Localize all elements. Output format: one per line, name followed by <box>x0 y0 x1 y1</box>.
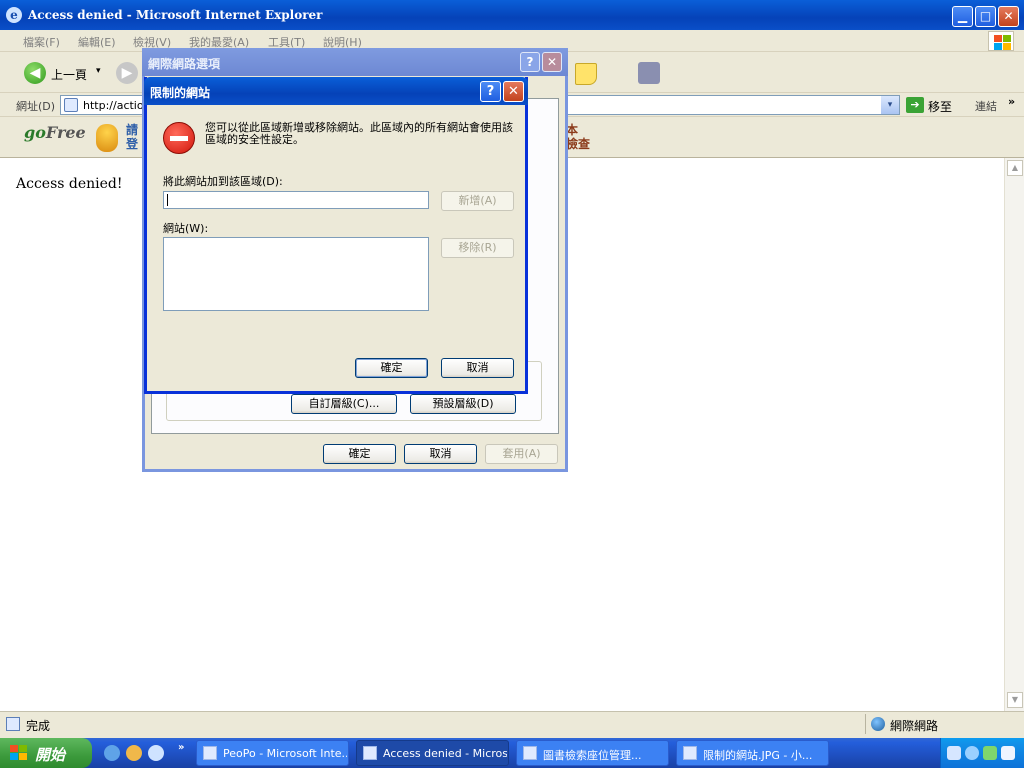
address-dropdown-icon[interactable]: ▾ <box>881 96 899 114</box>
security-zone-label: 網際網路 <box>890 719 939 733</box>
login-line1: 請 <box>126 123 139 137</box>
windows-logo-icon <box>988 31 1014 51</box>
ie-task-icon <box>363 746 377 760</box>
system-tray <box>940 738 1024 768</box>
internet-zone-icon <box>871 717 885 731</box>
vertical-scrollbar[interactable]: ▲ ▼ <box>1004 158 1024 711</box>
add-site-label: 將此網站加到該區域(D): <box>163 175 283 188</box>
note-icon[interactable] <box>575 63 597 85</box>
task-paint[interactable]: 限制的網站.JPG - 小... <box>676 740 829 766</box>
book-check-link[interactable]: 本檢查 <box>566 123 590 151</box>
start-label: 開始 <box>35 746 66 764</box>
add-site-input[interactable] <box>163 191 429 209</box>
gofree-logo[interactable]: goFree <box>24 123 86 153</box>
address-label: 網址(D) <box>16 100 56 113</box>
keyboard-icon[interactable] <box>947 746 961 760</box>
help-button[interactable]: ? <box>480 81 501 102</box>
remove-site-button[interactable]: 移除(R) <box>441 238 514 258</box>
maximize-button[interactable]: □ <box>975 6 996 27</box>
taskbar: 開始 » PeoPo - Microsoft Inte... Access de… <box>0 738 1024 768</box>
login-link[interactable]: 請登 <box>126 123 138 151</box>
restricted-description: 您可以從此區域新增或移除網站。此區域內的所有網站會使用該區域的安全性設定。 <box>205 121 513 146</box>
close-button[interactable]: ✕ <box>503 81 524 102</box>
task-library-seat[interactable]: 圖書檢索座位管理... <box>516 740 669 766</box>
paint-task-icon <box>683 746 697 760</box>
page-done-icon <box>6 717 20 731</box>
gofree-logo-free: Free <box>45 123 86 142</box>
search-icon[interactable] <box>104 745 120 761</box>
window-task-icon <box>523 746 537 760</box>
task-label: 限制的網站.JPG - 小... <box>703 749 813 762</box>
help-button[interactable]: ? <box>520 52 540 72</box>
restricted-sites-dialog: 限制的網站 ? ✕ 您可以從此區域新增或移除網站。此區域內的所有網站會使用該區域… <box>144 77 528 394</box>
apply-button[interactable]: 套用(A) <box>485 444 558 464</box>
ok-button[interactable]: 確定 <box>355 358 428 378</box>
antivirus-icon[interactable] <box>983 746 997 760</box>
ie-quicklaunch-icon[interactable] <box>148 745 164 761</box>
status-text: 完成 <box>26 719 51 733</box>
ie-icon: e <box>6 7 22 23</box>
task-label: 圖書檢索座位管理... <box>543 749 642 762</box>
status-divider <box>865 714 866 734</box>
login-line2: 登 <box>126 137 139 151</box>
close-button[interactable]: ✕ <box>998 6 1019 27</box>
network-icon[interactable] <box>965 746 979 760</box>
custom-level-button[interactable]: 自訂層級(C)... <box>291 394 397 414</box>
page-icon <box>64 98 78 112</box>
media-icon[interactable] <box>638 62 660 84</box>
links-chevron-icon[interactable]: » <box>1008 95 1015 108</box>
task-label: Access denied - Micros... <box>383 747 507 760</box>
status-bar: 完成 網際網路 <box>0 711 1024 735</box>
back-arrow-icon[interactable]: ◀ <box>24 62 46 84</box>
minimize-button[interactable]: ▁ <box>952 6 973 27</box>
window-switch-icon[interactable] <box>1001 746 1015 760</box>
forward-arrow-icon[interactable]: ▶ <box>116 62 138 84</box>
sites-list[interactable] <box>163 237 429 311</box>
sites-list-label: 網站(W): <box>163 222 209 235</box>
login-icon[interactable] <box>96 124 118 152</box>
restricted-stop-icon <box>163 122 195 154</box>
quicklaunch-chevron-icon[interactable]: » <box>178 742 184 753</box>
start-button[interactable]: 開始 <box>0 738 92 768</box>
window-titlebar[interactable]: e Access denied - Microsoft Internet Exp… <box>0 0 1024 30</box>
access-denied-message: Access denied! <box>16 176 123 192</box>
internet-options-title: 網際網路選項 <box>148 57 221 71</box>
media-player-icon[interactable] <box>126 745 142 761</box>
restricted-sites-title: 限制的網站 <box>150 86 211 100</box>
internet-options-titlebar[interactable]: 網際網路選項 ? ✕ <box>142 48 568 76</box>
close-button[interactable]: ✕ <box>542 52 562 72</box>
go-button-label[interactable]: 移至 <box>928 98 952 115</box>
window-title: Access denied - Microsoft Internet Explo… <box>28 8 323 22</box>
task-peopo[interactable]: PeoPo - Microsoft Inte... <box>196 740 349 766</box>
back-button-label[interactable]: 上一頁 <box>51 66 87 83</box>
ok-button[interactable]: 確定 <box>323 444 396 464</box>
cancel-button[interactable]: 取消 <box>404 444 477 464</box>
add-site-button[interactable]: 新增(A) <box>441 191 514 211</box>
menu-file[interactable]: 檔案(F) <box>23 34 60 50</box>
go-arrow-icon[interactable]: ➔ <box>906 97 924 113</box>
menu-edit[interactable]: 編輯(E) <box>78 34 116 50</box>
links-label[interactable]: 連結 <box>975 98 997 114</box>
windows-flag-icon <box>10 745 28 761</box>
gofree-logo-go: go <box>24 123 46 142</box>
book-line2: 檢查 <box>566 137 591 151</box>
task-access-denied[interactable]: Access denied - Micros... <box>356 740 509 766</box>
ie-task-icon <box>203 746 217 760</box>
task-label: PeoPo - Microsoft Inte... <box>223 747 347 760</box>
cancel-button[interactable]: 取消 <box>441 358 514 378</box>
scroll-down-icon[interactable]: ▼ <box>1007 692 1023 708</box>
restricted-sites-titlebar[interactable]: 限制的網站 ? ✕ <box>144 77 528 105</box>
scroll-up-icon[interactable]: ▲ <box>1007 160 1023 176</box>
default-level-button[interactable]: 預設層級(D) <box>410 394 516 414</box>
back-dropdown-icon[interactable]: ▾ <box>96 66 101 76</box>
